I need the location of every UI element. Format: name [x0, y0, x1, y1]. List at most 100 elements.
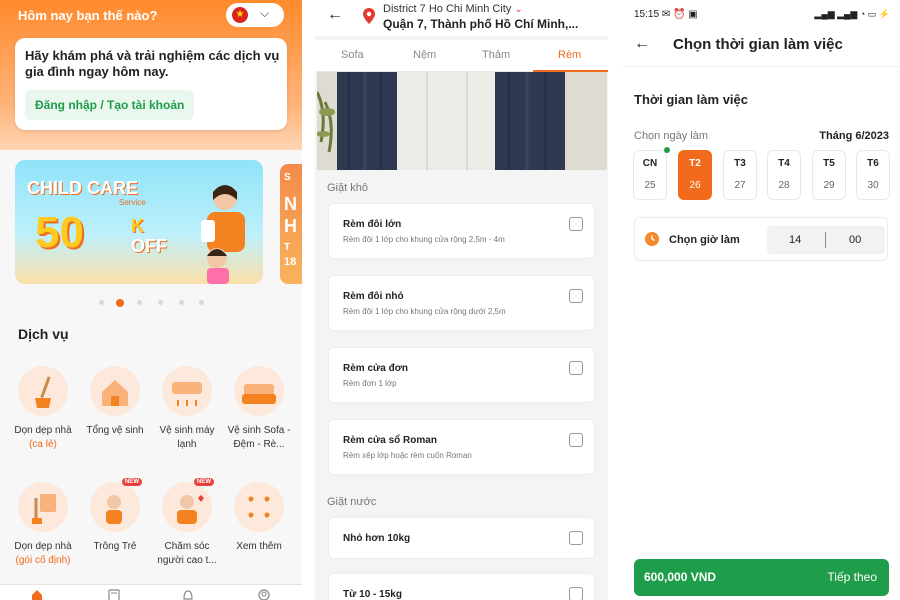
time-separator — [825, 232, 826, 248]
activity-icon[interactable] — [108, 589, 120, 600]
option-small-double-curtain[interactable]: Rèm đôi nhỏ Rèm đôi 1 lớp cho khung cửa … — [328, 275, 595, 331]
service-child-care[interactable]: NEW Trông Trẻ — [80, 478, 150, 554]
location-city: District 7 Ho Chi Minh City — [383, 3, 512, 15]
time-label: Chọn giờ làm — [669, 234, 740, 246]
option-under-10kg[interactable]: Nhỏ hơn 10kg — [328, 517, 595, 559]
day-name: T3 — [734, 158, 746, 169]
day-t2-selected[interactable]: T2 26 — [678, 150, 712, 200]
banner-title: CHILD CARE — [27, 178, 138, 198]
back-arrow-icon[interactable]: ← — [634, 35, 650, 53]
air-conditioner-icon — [162, 366, 212, 416]
option-checkbox[interactable] — [569, 361, 583, 375]
banner2-letter: H — [284, 216, 297, 236]
wet-clean-section-title: Giặt nước — [327, 496, 377, 508]
option-checkbox[interactable] — [569, 217, 583, 231]
day-t5[interactable]: T5 29 — [812, 150, 846, 200]
section-title: Thời gian làm việc — [634, 92, 748, 107]
status-bar-icons: ▂▄▆ ▂▄▆ ◔ ▭ ⚡ — [814, 9, 890, 19]
tab-sofa[interactable]: Sofa — [341, 49, 364, 61]
service-label: Dọn dẹp nhà — [14, 425, 72, 436]
banner-subtitle: Service — [119, 198, 146, 207]
hour-value[interactable]: 14 — [789, 234, 801, 246]
promo-banner[interactable]: CHILD CARE Service 50 K OFF — [15, 160, 263, 284]
tab-carpet[interactable]: Thảm — [482, 49, 510, 61]
day-name: T6 — [867, 158, 879, 169]
banner-amount: 50 — [35, 208, 84, 257]
service-deep-cleaning[interactable]: Tổng vệ sinh — [80, 366, 150, 438]
location-address[interactable]: Quận 7, Thành phố Hồ Chí Minh,... — [383, 17, 578, 31]
carousel-dot[interactable] — [158, 300, 163, 305]
total-price: 600,000 VND — [644, 570, 717, 584]
day-number: 28 — [778, 180, 790, 191]
day-number: 29 — [823, 180, 835, 191]
service-elderly-care[interactable]: NEW Chăm sóc người cao t... — [152, 478, 222, 568]
header-divider — [622, 66, 900, 67]
sofa-icon — [234, 366, 284, 416]
day-t6[interactable]: T6 30 — [856, 150, 890, 200]
status-time: 15:15 — [634, 9, 660, 20]
banner-unit: K — [131, 216, 144, 236]
service-sublabel: (ca lẻ) — [29, 439, 57, 450]
option-checkbox[interactable] — [569, 531, 583, 545]
service-label: Vệ sinh máy lạnh — [159, 425, 215, 450]
carousel-dot[interactable] — [199, 300, 204, 305]
banner2-letter: T — [284, 242, 291, 253]
service-cleaning-hourly[interactable]: Dọn dẹp nhà (ca lẻ) — [8, 366, 78, 452]
location-pin-icon — [363, 8, 375, 24]
location-selector[interactable]: District 7 Ho Chi Minh City ⌄ — [383, 3, 523, 15]
day-number: 30 — [867, 180, 879, 191]
new-badge: NEW — [194, 478, 214, 486]
vietnam-flag-icon: ★ — [232, 7, 248, 23]
service-label: Tổng vệ sinh — [86, 425, 144, 436]
next-button[interactable]: 600,000 VND Tiếp theo — [634, 559, 889, 596]
option-large-double-curtain[interactable]: Rèm đôi lớn Rèm đôi 1 lớp cho khung cửa … — [328, 203, 595, 259]
minute-value[interactable]: 00 — [849, 234, 861, 246]
option-checkbox[interactable] — [569, 587, 583, 600]
carousel-dot[interactable] — [99, 300, 104, 305]
tab-mattress[interactable]: Nệm — [413, 49, 436, 61]
time-picker-row[interactable]: Chọn giờ làm 14 00 — [634, 217, 888, 261]
page-title: Chọn thời gian làm việc — [673, 36, 843, 53]
promo-banner-next[interactable]: S N H T 18 — [280, 164, 302, 284]
option-checkbox[interactable] — [569, 289, 583, 303]
month-label[interactable]: Tháng 6/2023 — [819, 130, 889, 142]
chevron-down-icon: ⌄ — [514, 4, 523, 15]
option-title: Nhỏ hơn 10kg — [343, 533, 411, 544]
time-input[interactable]: 14 00 — [767, 226, 885, 254]
carousel-dot[interactable] — [137, 300, 142, 305]
option-roman-curtain[interactable]: Rèm cửa sổ Roman Rèm xếp lớp hoặc rèm cu… — [328, 419, 595, 475]
option-title: Từ 10 - 15kg — [343, 589, 402, 600]
carousel-dot[interactable] — [179, 300, 184, 305]
calendar-cleaning-icon — [18, 482, 68, 532]
service-ac-cleaning[interactable]: Vệ sinh máy lạnh — [152, 366, 222, 452]
option-10-15kg[interactable]: Từ 10 - 15kg — [328, 573, 595, 600]
more-dots-icon — [234, 482, 284, 532]
notification-icon[interactable] — [182, 589, 194, 600]
back-arrow-icon[interactable]: ← — [327, 6, 343, 24]
day-t3[interactable]: T3 27 — [723, 150, 757, 200]
account-icon[interactable] — [258, 589, 270, 600]
tab-curtain[interactable]: Rèm — [558, 49, 581, 61]
day-t4[interactable]: T4 28 — [767, 150, 801, 200]
clock-icon — [645, 232, 659, 246]
service-sofa-cleaning[interactable]: Vệ sinh Sofa - Đệm - Rè... — [224, 366, 294, 452]
service-see-more[interactable]: Xem thêm — [224, 482, 294, 554]
curtain-service-screen: ← District 7 Ho Chi Minh City ⌄ Quận 7, … — [315, 0, 608, 600]
day-number: 27 — [734, 180, 746, 191]
bottom-nav — [0, 584, 302, 600]
day-cn[interactable]: CN 25 — [633, 150, 667, 200]
carousel-dot-active[interactable] — [116, 299, 124, 307]
curtain-photo — [317, 72, 607, 170]
option-checkbox[interactable] — [569, 433, 583, 447]
next-label: Tiếp theo — [827, 570, 877, 584]
home-icon[interactable] — [31, 589, 43, 600]
option-description: Rèm đôi 1 lớp cho khung cửa rộng dưới 2,… — [343, 307, 506, 316]
option-single-curtain[interactable]: Rèm cửa đơn Rèm đơn 1 lớp — [328, 347, 595, 403]
login-button[interactable]: Đăng nhập / Tạo tài khoản — [25, 90, 195, 120]
chevron-down-icon: ⌵ — [260, 6, 270, 20]
status-bar-left: 15:15 ✉ ⏰ ▣ — [634, 9, 698, 20]
language-selector[interactable]: ★ ⌵ — [226, 3, 284, 27]
welcome-text: Hãy khám phá và trải nghiệm các dịch vụ … — [25, 48, 280, 79]
service-cleaning-subscription[interactable]: Dọn dẹp nhà (gói cố định) — [8, 482, 78, 568]
elderly-care-icon: NEW — [162, 478, 214, 532]
